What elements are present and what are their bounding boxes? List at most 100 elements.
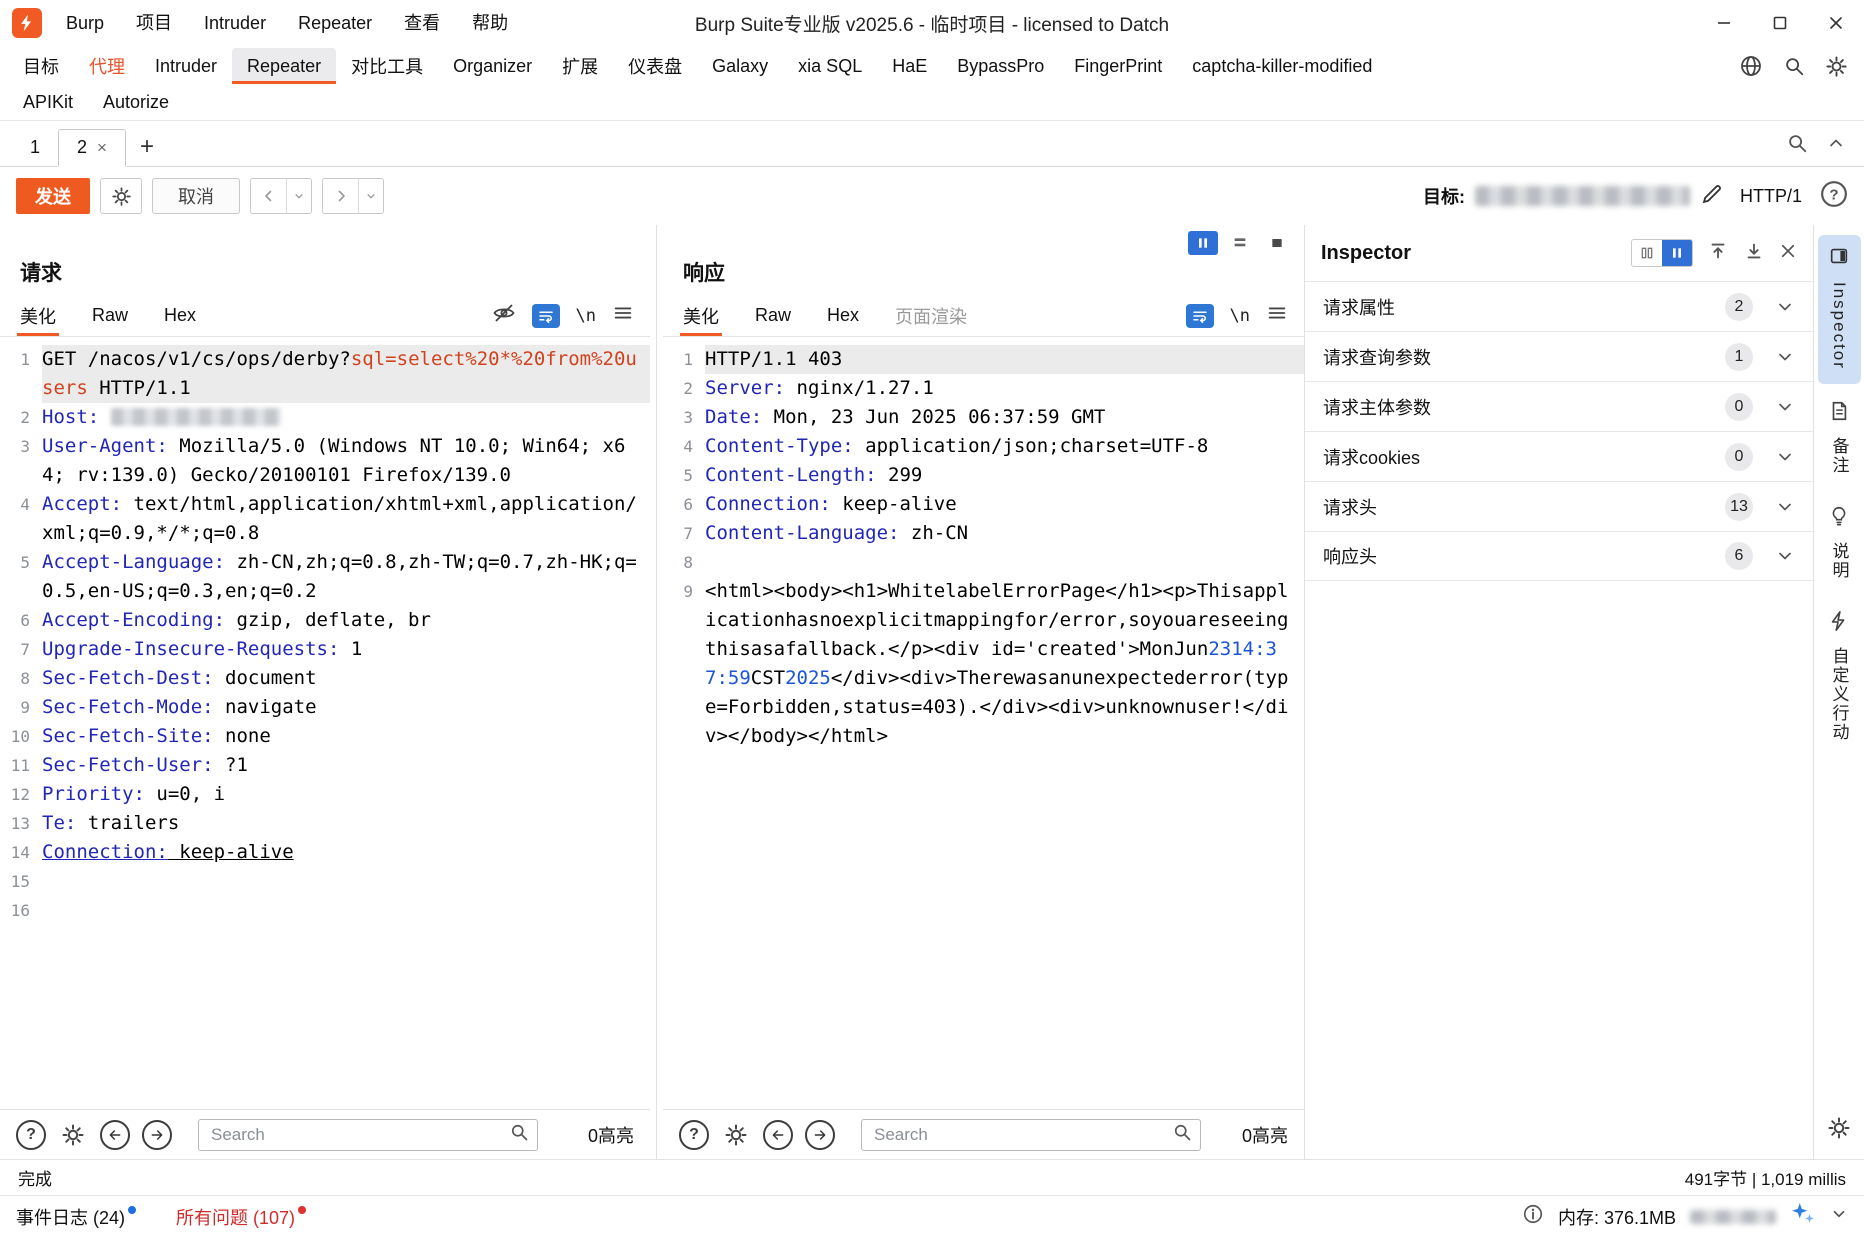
edit-target-pencil-icon[interactable] (1700, 182, 1724, 211)
menu-查看[interactable]: 查看 (388, 0, 456, 46)
response-code-line[interactable]: 4 Content-Type: application/json;charset=… (663, 432, 1304, 461)
close-button[interactable] (1808, 0, 1864, 46)
chevron-down-icon[interactable] (1775, 447, 1795, 467)
repeater-tab-1[interactable]: 1 (12, 128, 58, 166)
response-code-line[interactable]: 5 Content-Length: 299 (663, 461, 1304, 490)
response-view-tab-Raw[interactable]: Raw (755, 295, 791, 336)
layout-rows-icon[interactable] (1225, 231, 1255, 255)
close-tab-icon[interactable]: × (97, 138, 107, 158)
inspector-section-请求主体参数[interactable]: 请求主体参数 0 (1305, 381, 1813, 431)
info-icon[interactable] (1522, 1203, 1544, 1230)
request-code-line[interactable]: 4 Accept: text/html,application/xhtml+xml… (0, 490, 650, 548)
forward-arrow-icon[interactable] (323, 179, 359, 213)
next-match-button[interactable] (142, 1119, 172, 1150)
main-tab-Organizer[interactable]: Organizer (438, 48, 547, 84)
request-code-line[interactable]: 5 Accept-Language: zh-CN,zh;q=0.8,zh-TW;q… (0, 548, 650, 606)
chevron-down-icon[interactable] (1775, 347, 1795, 367)
search-settings-gear-icon[interactable] (721, 1120, 751, 1150)
search-input[interactable] (874, 1124, 1172, 1145)
request-view-tab-Raw[interactable]: Raw (92, 295, 128, 336)
add-tab-button[interactable]: + (126, 128, 168, 166)
request-code-line[interactable]: 6 Accept-Encoding: gzip, deflate, br (0, 606, 650, 635)
main-tab-对比工具[interactable]: 对比工具 (336, 48, 438, 84)
word-wrap-icon[interactable] (1185, 303, 1214, 328)
forward-dropdown-icon[interactable] (359, 179, 383, 213)
request-code-line[interactable]: 1 GET /nacos/v1/cs/ops/derby?sql=select%2… (0, 345, 650, 403)
hide-nonprintable-eye-icon[interactable] (492, 301, 516, 330)
main-tab-目标[interactable]: 目标 (8, 48, 74, 84)
request-code-line[interactable]: 13 Te: trailers (0, 809, 650, 838)
chevron-down-icon[interactable] (1775, 546, 1795, 566)
response-code-line[interactable]: 7 Content-Language: zh-CN (663, 519, 1304, 548)
request-code-line[interactable]: 11 Sec-Fetch-User: ?1 (0, 751, 650, 780)
main-tab-Galaxy[interactable]: Galaxy (697, 48, 783, 84)
send-settings-gear-icon[interactable] (100, 178, 142, 214)
main-tab-HaE[interactable]: HaE (877, 48, 942, 84)
previous-match-button[interactable] (100, 1119, 130, 1150)
main-tab-BypassPro[interactable]: BypassPro (942, 48, 1059, 84)
inspector-section-请求cookies[interactable]: 请求cookies 0 (1305, 431, 1813, 481)
collapse-tabs-icon[interactable] (1826, 133, 1846, 158)
main-tab-Intruder[interactable]: Intruder (140, 48, 232, 84)
panel-divider[interactable] (650, 225, 663, 1159)
help-icon[interactable]: ? (16, 1119, 46, 1150)
chevron-down-icon[interactable] (1830, 1205, 1848, 1228)
menu-项目[interactable]: 项目 (120, 0, 188, 46)
search-settings-gear-icon[interactable] (58, 1120, 88, 1150)
show-newlines-icon[interactable]: \n (1230, 306, 1250, 326)
request-code-line[interactable]: 12 Priority: u=0, i (0, 780, 650, 809)
response-code-line[interactable]: 3 Date: Mon, 23 Jun 2025 06:37:59 GMT (663, 403, 1304, 432)
word-wrap-icon[interactable] (531, 303, 560, 328)
main-tab-代理[interactable]: 代理 (74, 48, 140, 84)
minimize-button[interactable] (1696, 0, 1752, 46)
previous-match-button[interactable] (763, 1119, 793, 1150)
inspector-section-请求头[interactable]: 请求头 13 (1305, 481, 1813, 531)
request-code-line[interactable]: 16 (0, 896, 650, 925)
request-code-line[interactable]: 14 Connection: keep-alive (0, 838, 650, 867)
event-log-link[interactable]: 事件日志 (24) (16, 1204, 137, 1230)
send-button[interactable]: 发送 (16, 178, 90, 214)
main-tab-xia SQL[interactable]: xia SQL (783, 48, 877, 84)
inspector-docked-mode-icon[interactable] (1662, 240, 1692, 266)
help-icon[interactable]: ? (1820, 180, 1848, 213)
response-code-line[interactable]: 1 HTTP/1.1 403 (663, 345, 1304, 374)
chevron-down-icon[interactable] (1775, 297, 1795, 317)
rail-settings-gear-icon[interactable] (1827, 1116, 1851, 1147)
menu-Burp[interactable]: Burp (50, 0, 120, 46)
main-tab-仪表盘[interactable]: 仪表盘 (613, 48, 697, 84)
all-issues-link[interactable]: 所有问题 (107) (176, 1204, 307, 1230)
main-tab-APIKit[interactable]: APIKit (8, 84, 88, 120)
menu-Intruder[interactable]: Intruder (188, 0, 282, 46)
inspector-section-请求查询参数[interactable]: 请求查询参数 1 (1305, 331, 1813, 381)
response-code-line[interactable]: 9 <html><body><h1>WhitelabelErrorPage</h1… (663, 577, 1304, 751)
request-view-tab-Hex[interactable]: Hex (164, 295, 196, 336)
rail-tab-inspector[interactable]: Inspector (1817, 235, 1861, 384)
rail-tab-custom-actions[interactable]: 自定义行动 (1818, 600, 1861, 756)
main-tab-Autorize[interactable]: Autorize (88, 84, 184, 120)
chevron-down-icon[interactable] (1775, 397, 1795, 417)
response-view-tab-Hex[interactable]: Hex (827, 295, 859, 336)
response-code-line[interactable]: 2 Server: nginx/1.27.1 (663, 374, 1304, 403)
back-arrow-icon[interactable] (251, 179, 287, 213)
response-view-tab-页面渲染[interactable]: 页面渲染 (895, 295, 967, 336)
inspector-section-请求属性[interactable]: 请求属性 2 (1305, 281, 1813, 331)
request-view-tab-美化[interactable]: 美化 (17, 295, 59, 336)
main-tab-FingerPrint[interactable]: FingerPrint (1059, 48, 1177, 84)
ai-sparkle-icon[interactable] (1790, 1201, 1816, 1232)
show-newlines-icon[interactable]: \n (576, 306, 596, 326)
search-input[interactable] (211, 1124, 509, 1145)
request-code-line[interactable]: 9 Sec-Fetch-Mode: navigate (0, 693, 650, 722)
main-tab-扩展[interactable]: 扩展 (547, 48, 613, 84)
repeater-tab-2[interactable]: 2 × (58, 129, 126, 167)
maximize-button[interactable] (1752, 0, 1808, 46)
collapse-all-icon[interactable] (1707, 240, 1729, 267)
help-icon[interactable]: ? (679, 1119, 709, 1150)
response-view-tab-美化[interactable]: 美化 (680, 295, 722, 336)
editor-menu-icon[interactable] (612, 302, 634, 329)
search-icon[interactable] (1783, 55, 1805, 82)
rail-tab-docs[interactable]: 说明 (1818, 495, 1861, 594)
layout-single-icon[interactable] (1262, 231, 1292, 255)
inspector-section-响应头[interactable]: 响应头 6 (1305, 531, 1813, 581)
main-tab-captcha-killer-modified[interactable]: captcha-killer-modified (1177, 48, 1387, 84)
cancel-button[interactable]: 取消 (152, 178, 240, 214)
